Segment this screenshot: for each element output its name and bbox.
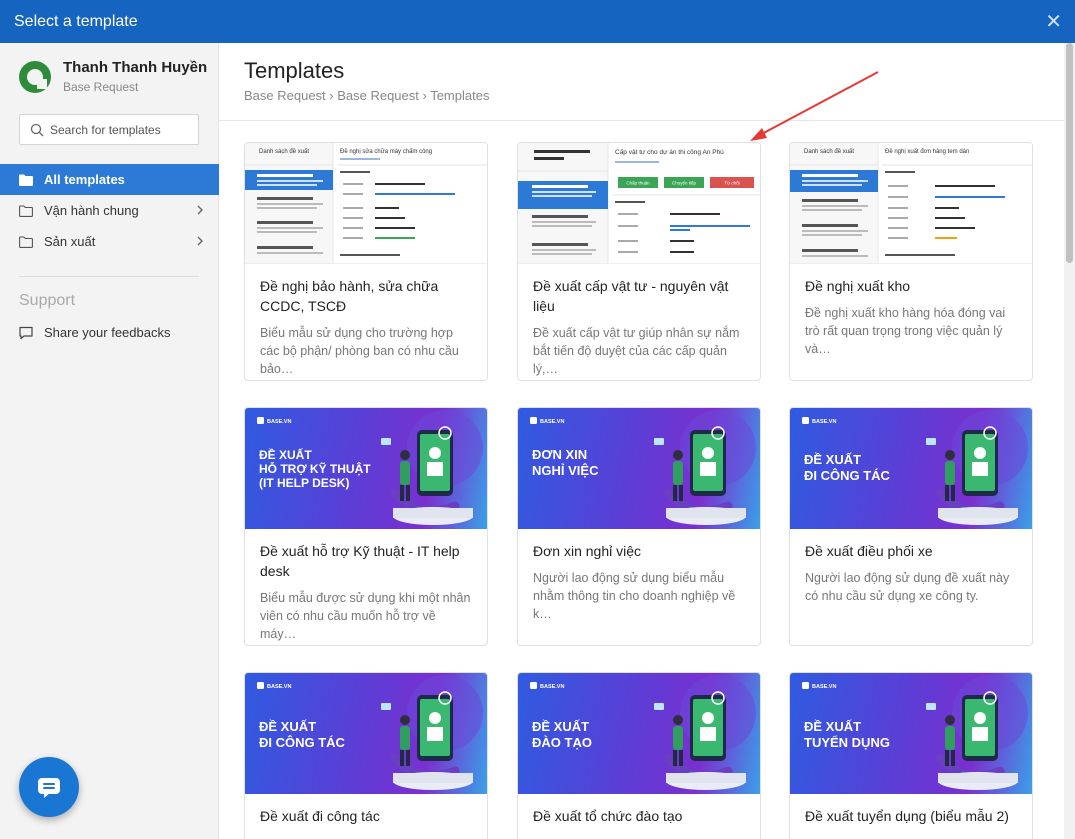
template-title: Đề nghị bảo hành, sửa chữa CCDC, TSCĐ	[260, 278, 439, 314]
support-heading: Support	[19, 292, 76, 309]
template-card[interactable]: Cấp vật tư cho dự án thi công An Phú Chấ…	[517, 142, 761, 381]
template-description: Đề xuất cấp vật tư giúp nhân sự nắm bắt …	[533, 326, 740, 376]
template-card[interactable]: Danh sách đề xuất Đề nghị sửa chữa máy c…	[244, 142, 488, 381]
chat-bubble-icon	[19, 326, 33, 339]
template-description: Biểu mẫu sử dụng cho trường hợp các bộ p…	[260, 326, 459, 376]
banner-line: ĐỀ XUẤT	[804, 452, 861, 467]
template-description: Người lao động sử dụng biểu mẫu nhằm thô…	[533, 571, 736, 621]
sidebar-item-label: Sản xuất	[44, 234, 96, 249]
preview-detail-title: Đề nghị sửa chữa máy chấm công	[340, 148, 432, 155]
template-title: Đơn xin nghỉ việc	[533, 543, 642, 559]
template-banner: BASE.VN ĐỀ XUẤT HỖ TRỢ KỸ THUẬT (IT HELP…	[245, 408, 487, 529]
template-title: Đề xuất cấp vật tư - nguyên vật liệu	[533, 278, 729, 314]
template-card[interactable]: BASE.VN ĐỀ XUẤT ĐI CÔNG TÁC Đề xuất đi c…	[244, 672, 488, 839]
sidebar-item-san-xuat[interactable]: Sản xuất	[0, 226, 219, 257]
sidebar-item-label: All templates	[44, 172, 125, 187]
sidebar-divider	[19, 276, 199, 277]
user-name: Thanh Thanh Huyền	[63, 59, 208, 76]
template-banner: BASE.VN ĐỀ XUẤT ĐI CÔNG TÁC	[245, 673, 487, 794]
share-feedback-link[interactable]: Share your feedbacks	[19, 325, 170, 340]
banner-line: ĐI CÔNG TÁC	[259, 735, 346, 750]
preview-detail-title: Đề nghị xuất đơn hàng tem dán	[885, 149, 969, 155]
template-banner: BASE.VN ĐỀ XUẤT TUYỂN DỤNG	[790, 673, 1032, 794]
banner-line: NGHỈ VIỆC	[532, 463, 599, 478]
template-preview: Cấp vật tư cho dự án thi công An Phú Chấ…	[518, 143, 760, 264]
sidebar-item-all-templates[interactable]: All templates	[0, 164, 219, 195]
banner-line: ĐỀ XUẤT	[259, 719, 316, 734]
template-description: Đề nghị xuất kho hàng hóa đóng vai trò r…	[805, 306, 1006, 356]
banner-line: ĐỀ XUẤT	[259, 447, 312, 462]
annotation-arrow	[750, 71, 879, 141]
sidebar-item-label: Vận hành chung	[44, 203, 139, 218]
preview-list-title: Danh sách đề xuất	[804, 149, 854, 155]
search-box[interactable]	[19, 114, 199, 145]
folder-filled-icon	[19, 174, 33, 186]
scrollbar-thumb[interactable]	[1066, 43, 1073, 263]
search-icon	[30, 123, 44, 136]
breadcrumb: Base Request › Base Request › Templates	[244, 88, 490, 103]
brand-label: BASE.VN	[267, 419, 291, 425]
scrollbar[interactable]	[1064, 43, 1075, 839]
feedback-label: Share your feedbacks	[44, 325, 171, 340]
template-description: Người lao động sử dụng đề xuất này có nh…	[805, 571, 1010, 603]
banner-line: (IT HELP DESK)	[259, 476, 349, 490]
sidebar-item-van-hanh-chung[interactable]: Vận hành chung	[0, 195, 219, 226]
template-card[interactable]: BASE.VN ĐỀ XUẤT ĐÀO TẠO Đề xuất tổ chức …	[517, 672, 761, 839]
template-description: Biểu mẫu được sử dụng khi một nhân viên …	[260, 591, 471, 641]
banner-line: ĐƠN XIN	[532, 447, 587, 462]
template-card[interactable]: Danh sách đề xuất Đề nghị xuất đơn hàng …	[789, 142, 1033, 381]
template-title: Đề xuất đi công tác	[260, 808, 380, 824]
brand-label: BASE.VN	[267, 684, 291, 690]
header-divider	[219, 120, 1064, 121]
folder-icon	[19, 204, 33, 217]
template-title: Đề xuất hỗ trợ Kỹ thuật - IT help desk	[260, 543, 460, 579]
brand-label: BASE.VN	[812, 419, 836, 425]
preview-detail-title: Cấp vật tư cho dự án thi công An Phú	[615, 147, 724, 156]
window-titlebar: Select a template ✕	[0, 0, 1075, 43]
template-title: Đề nghị xuất kho	[805, 278, 911, 294]
preview-list-title: Danh sách đề xuất	[259, 149, 309, 155]
chat-support-button[interactable]	[19, 757, 79, 817]
search-input[interactable]	[50, 122, 190, 137]
template-card[interactable]: BASE.VN ĐỀ XUẤT TUYỂN DỤNG Đề xuất tuyển…	[789, 672, 1033, 839]
sidebar-nav: All templates Vận hành chung Sản xuất	[0, 164, 219, 257]
preview-reject-label: Từ chối	[724, 181, 739, 186]
template-title: Đề xuất tổ chức đào tạo	[533, 808, 683, 824]
banner-line: HỖ TRỢ KỸ THUẬT	[259, 461, 371, 476]
user-subtitle: Base Request	[63, 80, 139, 94]
window-title: Select a template	[14, 12, 138, 30]
page-title: Templates	[244, 58, 345, 83]
preview-approve-label: Chấp thuận	[626, 181, 650, 186]
main-content: Templates Base Request › Base Request › …	[219, 43, 1064, 839]
chat-icon	[38, 778, 60, 798]
close-icon[interactable]: ✕	[1045, 12, 1062, 32]
template-banner: BASE.VN ĐỀ XUẤT ĐI CÔNG TÁC	[790, 408, 1032, 529]
brand-label: BASE.VN	[540, 419, 564, 425]
chevron-right-icon[interactable]	[196, 204, 204, 216]
template-card[interactable]: BASE.VN ĐỀ XUẤT ĐI CÔNG TÁC Đề xuất điều…	[789, 407, 1033, 646]
preview-forward-label: Chuyển tiếp	[672, 180, 697, 186]
template-card[interactable]: BASE.VN ĐỀ XUẤT HỖ TRỢ KỸ THUẬT (IT HELP…	[244, 407, 488, 646]
banner-line: ĐÀO TẠO	[532, 735, 592, 750]
template-banner: BASE.VN ĐỀ XUẤT ĐÀO TẠO	[518, 673, 760, 794]
sidebar: Thanh Thanh Huyền Base Request All templ…	[0, 43, 219, 839]
banner-line: ĐỀ XUẤT	[532, 719, 589, 734]
template-title: Đề xuất tuyển dụng (biểu mẫu 2)	[805, 808, 1009, 824]
template-card[interactable]: BASE.VN ĐƠN XIN NGHỈ VIỆC Đơn xin nghỉ v…	[517, 407, 761, 646]
brand-label: BASE.VN	[540, 684, 564, 690]
banner-line: ĐI CÔNG TÁC	[804, 468, 891, 483]
banner-line: TUYỂN DỤNG	[804, 735, 890, 750]
brand-label: BASE.VN	[812, 684, 836, 690]
user-profile: Thanh Thanh Huyền Base Request	[19, 59, 207, 94]
template-preview: Danh sách đề xuất Đề nghị sửa chữa máy c…	[245, 143, 487, 264]
template-title: Đề xuất điều phối xe	[805, 543, 933, 559]
template-preview: Danh sách đề xuất Đề nghị xuất đơn hàng …	[790, 143, 1032, 264]
banner-line: ĐỀ XUẤT	[804, 719, 861, 734]
folder-icon	[19, 235, 33, 248]
template-banner: BASE.VN ĐƠN XIN NGHỈ VIỆC	[518, 408, 760, 529]
chevron-right-icon[interactable]	[196, 235, 204, 247]
avatar	[19, 60, 51, 93]
